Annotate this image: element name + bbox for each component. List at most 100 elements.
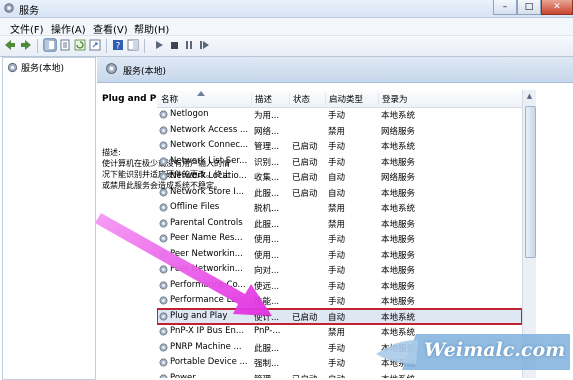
table-row[interactable]: Netlogon 为用... 手动 本地系统	[157, 107, 522, 122]
service-logon-as: 本地服务	[381, 188, 416, 199]
service-status: 已启动	[292, 142, 318, 152]
minimize-icon: –	[502, 2, 508, 12]
service-logon-as: 本地系统	[381, 142, 416, 152]
service-status: 已启动	[292, 157, 318, 168]
column-header-logon-as[interactable]: 登录为	[378, 93, 408, 105]
table-row[interactable]: Parental Controls 此服... 禁用 本地服务	[157, 216, 522, 231]
column-header-description[interactable]: 描述	[251, 93, 272, 105]
service-gear-icon	[159, 281, 168, 289]
service-logon-as: 本地系统	[381, 111, 416, 121]
table-row[interactable]: Peer Networkin... 使用... 手动 本地服务	[157, 247, 522, 262]
service-status: 已启动	[292, 312, 318, 323]
maximize-button[interactable]: □	[517, 0, 541, 15]
service-startup-type: 自动	[328, 173, 346, 183]
table-row[interactable]: Performance Co... 使远... 手动 本地服务	[157, 278, 522, 293]
service-description: 收集...	[254, 173, 280, 183]
pause-service-icon[interactable]	[183, 39, 195, 51]
service-description: PnP-...	[254, 326, 281, 336]
service-description: 使用...	[254, 250, 280, 261]
menu-view[interactable]: 查看(V)	[93, 21, 128, 36]
table-row[interactable]: Network Connec... 管理... 已启动 手动 本地系统	[157, 138, 522, 153]
console-tree-pane: 服务(本地)	[2, 57, 96, 380]
service-startup-type: 手动	[328, 142, 346, 152]
table-row[interactable]: Network Access ... 网络... 禁用 网络服务	[157, 123, 522, 138]
service-description: 管理...	[254, 142, 280, 152]
console-tree-icon[interactable]	[43, 38, 57, 52]
service-description: 网络...	[254, 126, 280, 137]
service-name: PnP-X IP Bus En...	[170, 326, 245, 336]
minimize-button[interactable]: –	[493, 0, 517, 15]
service-startup-type: 自动	[328, 312, 346, 323]
service-description: 为用...	[254, 111, 280, 121]
title-bar: 服务 – □ ✕	[0, 0, 573, 18]
service-logon-as: 本地服务	[381, 266, 416, 276]
maximize-icon: □	[524, 2, 534, 12]
service-gear-icon	[159, 141, 168, 150]
table-row-selected[interactable]: Plug and Play 使计... 已启动 自动 本地系统	[157, 307, 522, 325]
stop-service-icon[interactable]	[168, 39, 180, 51]
service-logon-as: 本地系统	[381, 312, 416, 323]
scroll-up-icon[interactable]: ▲	[523, 90, 536, 103]
table-row[interactable]: Performance Lo... 性能... 手动 本地服务	[157, 293, 522, 308]
service-startup-type: 手动	[328, 359, 346, 369]
service-gear-icon	[159, 157, 168, 165]
service-startup-type: 手动	[328, 343, 346, 354]
service-name: Portable Device ...	[170, 357, 248, 367]
menu-bar: 文件(F) 操作(A) 查看(V) 帮助(H)	[0, 18, 573, 36]
service-logon-as: 本地服务	[381, 250, 416, 261]
service-startup-type: 手动	[328, 111, 346, 121]
service-description: 性能...	[254, 297, 280, 307]
service-gear-icon	[159, 126, 168, 134]
service-description: 使远...	[254, 281, 280, 292]
service-name: Peer Name Res...	[170, 233, 243, 243]
service-gear-icon	[159, 250, 168, 258]
service-startup-type: 手动	[328, 266, 346, 276]
service-description: 此服...	[254, 188, 280, 199]
start-service-icon[interactable]	[153, 39, 165, 51]
menu-file[interactable]: 文件(F)	[10, 21, 44, 36]
service-logon-as: 本地服务	[381, 297, 416, 307]
service-description: 此服...	[254, 343, 280, 354]
forward-arrow-icon[interactable]	[20, 39, 32, 51]
service-name: Network Access ...	[170, 124, 249, 135]
service-startup-type: 手动	[328, 235, 346, 245]
service-description: 识别...	[254, 157, 280, 168]
service-name: Network List Ser...	[170, 155, 248, 166]
back-arrow-icon[interactable]	[4, 39, 16, 51]
service-gear-icon	[159, 343, 168, 351]
service-description: 脱机...	[254, 204, 280, 214]
column-header-name[interactable]: 名称	[161, 93, 178, 105]
service-gear-icon	[159, 188, 168, 196]
service-name: Network Store I...	[170, 186, 244, 197]
table-row[interactable]: Peer Name Res... 使用... 手动 本地服务	[157, 231, 522, 246]
service-logon-as: 本地系统	[381, 204, 416, 214]
menu-action[interactable]: 操作(A)	[51, 21, 86, 36]
restart-service-icon[interactable]	[198, 39, 210, 51]
scroll-thumb[interactable]	[525, 106, 536, 258]
service-description: 使用...	[254, 235, 280, 245]
table-row[interactable]: Offline Files 脱机... 禁用 本地系统	[157, 200, 522, 215]
help-icon[interactable]: ?	[112, 39, 124, 51]
service-name: Peer Networkin...	[170, 248, 243, 259]
column-header-startup-type[interactable]: 启动类型	[325, 93, 363, 105]
service-gear-icon	[159, 172, 168, 181]
show-hide-pane-icon[interactable]	[127, 39, 139, 51]
service-logon-as: 网络服务	[381, 126, 416, 137]
menu-help[interactable]: 帮助(H)	[134, 21, 169, 36]
tree-node-services-local[interactable]: 服务(本地)	[7, 61, 64, 74]
refresh-icon[interactable]	[74, 39, 86, 51]
service-name: Plug and Play	[170, 310, 228, 321]
table-row[interactable]: Network List Ser... 识别... 已启动 手动 本地服务	[157, 154, 522, 169]
table-row[interactable]: Network Store I... 此服... 已启动 自动 本地服务	[157, 185, 522, 200]
service-startup-type: 禁用	[328, 328, 346, 338]
services-gear-icon	[7, 62, 18, 73]
column-header-status[interactable]: 状态	[289, 93, 310, 105]
service-startup-type: 禁用	[328, 204, 346, 214]
table-row[interactable]: Network Locatio... 收集... 已启动 自动 网络服务	[157, 169, 522, 184]
service-description: 管理...	[254, 373, 288, 379]
service-gear-icon	[159, 312, 168, 320]
properties-sheet-icon[interactable]	[59, 39, 71, 51]
close-button[interactable]: ✕	[541, 0, 573, 15]
table-row[interactable]: Peer Networkin... 向对... 手动 本地服务	[157, 262, 522, 277]
export-list-icon[interactable]	[89, 39, 101, 51]
